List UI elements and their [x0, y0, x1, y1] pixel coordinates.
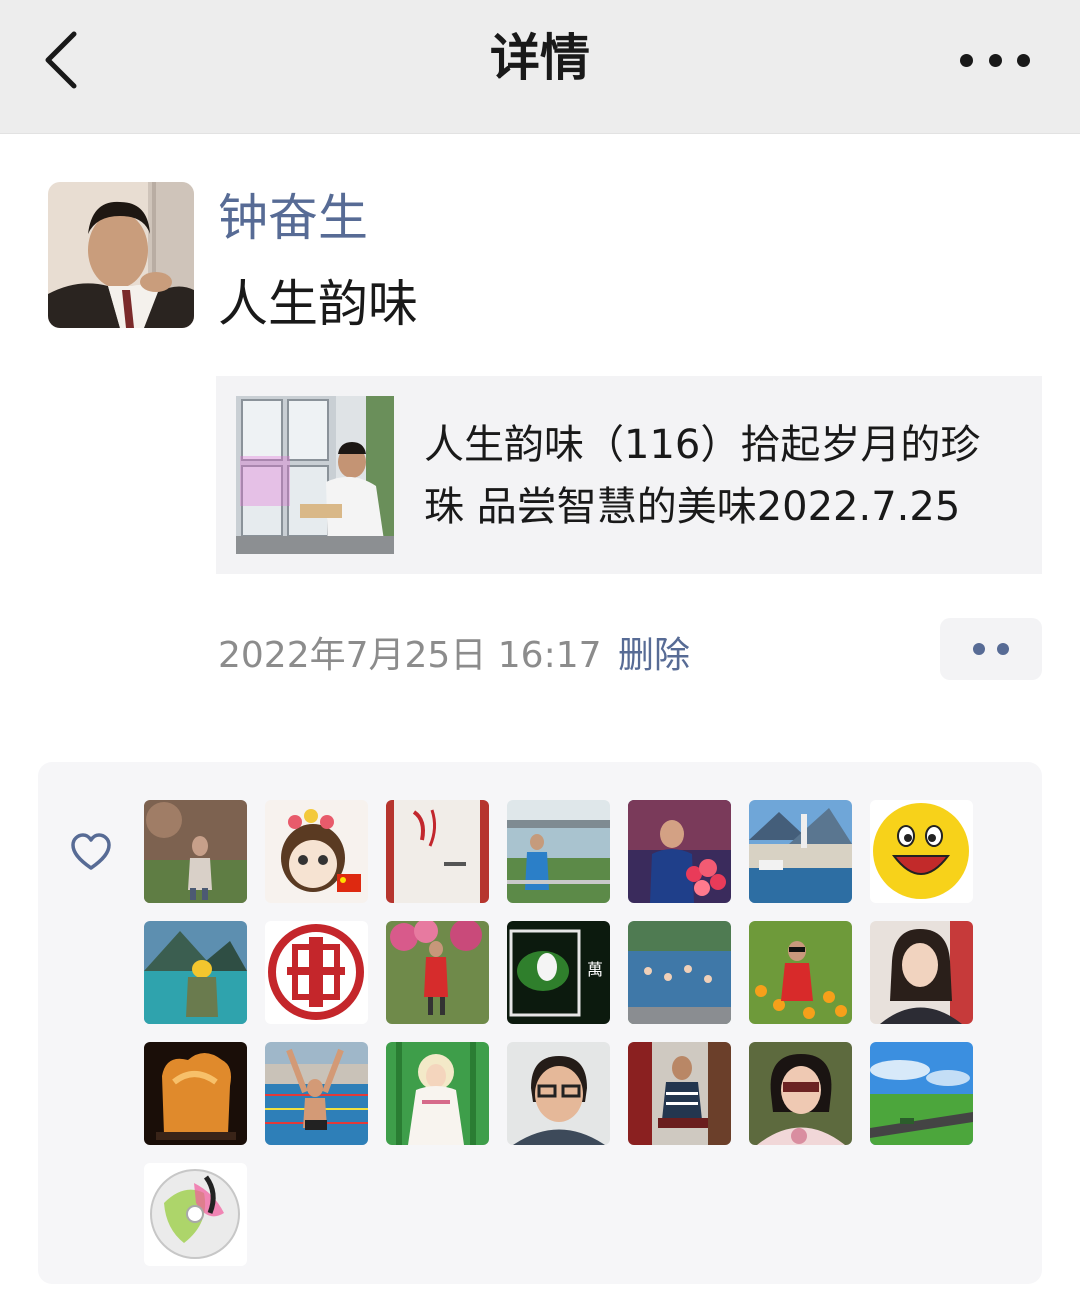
author-name[interactable]: 钟奋生	[218, 186, 368, 250]
liker-avatar[interactable]	[749, 921, 852, 1024]
author-avatar[interactable]	[48, 182, 194, 328]
liker-avatar[interactable]	[749, 800, 852, 903]
author-avatar-image	[48, 182, 194, 328]
liker-avatar[interactable]	[507, 800, 610, 903]
liker-avatar[interactable]	[628, 1042, 731, 1145]
like-comment-button[interactable]	[940, 618, 1042, 680]
shared-article-card[interactable]: 人生韵味（116）拾起岁月的珍珠 品尝智慧的美味2022.7.25	[216, 376, 1042, 574]
liker-avatar[interactable]	[144, 921, 247, 1024]
liker-avatar[interactable]	[386, 1042, 489, 1145]
liker-avatar[interactable]	[749, 1042, 852, 1145]
liker-avatar[interactable]	[265, 800, 368, 903]
more-button[interactable]	[960, 40, 1030, 80]
liker-avatar[interactable]	[386, 921, 489, 1024]
article-thumbnail	[236, 396, 394, 554]
liker-avatar-grid: 萬	[144, 800, 973, 1266]
post-text: 人生韵味	[218, 275, 418, 333]
page-title: 详情	[490, 29, 590, 87]
liker-avatar[interactable]	[144, 1163, 247, 1266]
liker-avatar[interactable]	[870, 1042, 973, 1145]
likes-panel: 萬	[38, 762, 1042, 1284]
svg-text:萬: 萬	[587, 960, 603, 979]
heart-outline-icon	[71, 833, 111, 870]
liker-avatar[interactable]	[265, 921, 368, 1024]
liker-avatar[interactable]	[507, 1042, 610, 1145]
liker-avatar[interactable]	[386, 800, 489, 903]
more-dots-icon	[960, 53, 973, 67]
liker-avatar[interactable]	[870, 800, 973, 903]
liker-avatar[interactable]	[144, 1042, 247, 1145]
top-nav-bar: 详情	[0, 0, 1080, 134]
liker-avatar[interactable]	[628, 921, 731, 1024]
liker-avatar[interactable]	[870, 921, 973, 1024]
liker-avatar[interactable]	[628, 800, 731, 903]
liker-avatar[interactable]	[265, 1042, 368, 1145]
liker-avatar[interactable]	[144, 800, 247, 903]
two-dots-icon	[973, 643, 985, 655]
liker-avatar[interactable]: 萬	[507, 921, 610, 1024]
article-title: 人生韵味（116）拾起岁月的珍珠 品尝智慧的美味2022.7.25	[424, 422, 981, 530]
delete-link[interactable]: 删除	[618, 632, 690, 680]
post-timestamp: 2022年7月25日 16:17	[218, 635, 602, 676]
